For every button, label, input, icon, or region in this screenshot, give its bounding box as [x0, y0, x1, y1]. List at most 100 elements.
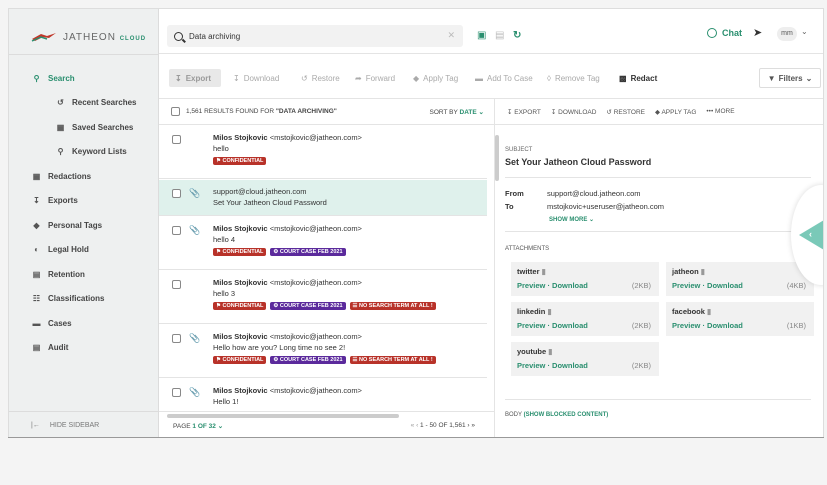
- chevron-left-icon[interactable]: ‹: [809, 229, 812, 239]
- chat-button[interactable]: Chat: [707, 28, 742, 38]
- prev-page-icon[interactable]: ‹: [416, 422, 418, 429]
- next-page-icon[interactable]: ›: [467, 422, 469, 429]
- redact-icon: ▦: [32, 171, 41, 181]
- sidebar-item-label: Keyword Lists: [72, 147, 127, 157]
- redact-button[interactable]: ▩ Redact: [619, 69, 657, 87]
- forward-button[interactable]: ➦ Forward: [355, 69, 395, 87]
- logo[interactable]: JATHEON CLOUD: [31, 31, 146, 43]
- collapse-icon: |←: [31, 422, 40, 429]
- preview-link[interactable]: Preview: [517, 281, 545, 290]
- file-icon: ▮: [700, 267, 705, 276]
- sidebar-item-recent-searches[interactable]: ↺ Recent Searches: [9, 91, 159, 116]
- result-row[interactable]: Milos Stojkovic <mstojkovic@jatheon.com>…: [159, 271, 487, 324]
- logo-bird-icon: [31, 33, 56, 42]
- sort-dropdown[interactable]: SORT BY DATE ⌄: [430, 108, 484, 116]
- row-checkbox[interactable]: [172, 280, 181, 289]
- detail-export-button[interactable]: ↧ EXPORT: [507, 108, 541, 116]
- download-link[interactable]: Download: [552, 321, 588, 330]
- download-link[interactable]: Download: [552, 361, 588, 370]
- row-checkbox[interactable]: [172, 135, 181, 144]
- attachment-size: (1KB): [786, 321, 806, 330]
- restore-button[interactable]: ↺ Restore: [301, 69, 340, 87]
- row-checkbox[interactable]: [172, 226, 181, 235]
- attachment-size: (2KB): [631, 281, 651, 290]
- sidebar-item-saved-searches[interactable]: ▦ Saved Searches: [9, 115, 159, 140]
- download-button[interactable]: ↧ Download: [233, 69, 279, 87]
- detail-more-button[interactable]: ••• MORE: [706, 108, 734, 115]
- save-search-icon[interactable]: ▣: [477, 30, 486, 41]
- search-input[interactable]: Data archiving ✕: [167, 25, 463, 47]
- to-line: To mstojkovic+useruser@jatheon.com: [505, 202, 665, 211]
- show-more-link[interactable]: SHOW MORE ⌄: [549, 216, 594, 223]
- show-blocked-link[interactable]: (SHOW BLOCKED CONTENT): [524, 412, 609, 418]
- apply-tag-label: Apply Tag: [423, 73, 459, 83]
- restore-label: Restore: [311, 73, 340, 83]
- sidebar-item-retention[interactable]: ▤ Retention: [9, 262, 159, 287]
- result-row[interactable]: 📎 Milos Stojkovic <mstojkovic@jatheon.co…: [159, 217, 487, 270]
- attachment-actions: Preview · Download (2KB): [517, 321, 651, 330]
- select-all-checkbox[interactable]: [171, 107, 180, 116]
- sidebar-item-cases[interactable]: ▬ Cases: [9, 311, 159, 336]
- attachment-icon: 📎: [189, 188, 201, 198]
- first-page-icon[interactable]: «: [411, 422, 415, 429]
- row-content: Milos Stojkovic <mstojkovic@jatheon.com>…: [213, 224, 483, 256]
- sidebar-item-exports[interactable]: ↧ Exports: [9, 189, 159, 214]
- export-button[interactable]: ↧ Export: [169, 69, 221, 87]
- tag-badge: ⚙ COURT CASE FEB 2021: [270, 356, 346, 364]
- filters-button[interactable]: ▼ Filters ⌄: [759, 68, 821, 88]
- sidebar-item-keyword-lists[interactable]: ⚲ Keyword Lists: [9, 140, 159, 165]
- redact-label: Redact: [630, 73, 658, 83]
- download-link[interactable]: Download: [707, 281, 743, 290]
- sidebar-item-redactions[interactable]: ▦ Redactions: [9, 164, 159, 189]
- result-row[interactable]: Milos Stojkovic <mstojkovic@jatheon.com>…: [159, 126, 487, 179]
- page-selector[interactable]: PAGE 1 OF 32 ⌄: [173, 422, 223, 430]
- sidebar-item-audit[interactable]: ▤ Audit: [9, 336, 159, 361]
- sidebar: JATHEON CLOUD ⚲ Search ↺ Recent Searches ▦…: [9, 9, 159, 437]
- chevron-down-icon[interactable]: ⌄: [801, 27, 808, 36]
- result-row[interactable]: 📎 support@cloud.jatheon.com Set Your Jat…: [159, 180, 487, 216]
- hide-sidebar-button[interactable]: |← HIDE SIDEBAR: [9, 411, 159, 437]
- add-to-case-button[interactable]: ▬ Add To Case: [475, 69, 533, 87]
- sidebar-item-search[interactable]: ⚲ Search: [9, 66, 159, 91]
- refresh-icon[interactable]: ↻: [513, 30, 521, 41]
- sidebar-item-personal-tags[interactable]: ◆ Personal Tags: [9, 213, 159, 238]
- sidebar-item-label: Redactions: [48, 171, 92, 181]
- send-icon[interactable]: ➤: [753, 26, 762, 39]
- sidebar-item-classifications[interactable]: ☷ Classifications: [9, 287, 159, 312]
- search-icon: [174, 31, 183, 41]
- user-search-icon[interactable]: ▤: [495, 30, 504, 41]
- detail-restore-button[interactable]: ↺ RESTORE: [606, 108, 645, 116]
- download-link[interactable]: Download: [707, 321, 743, 330]
- attachment-size: (4KB): [786, 281, 806, 290]
- row-checkbox[interactable]: [172, 388, 181, 397]
- result-row[interactable]: 📎 Milos Stojkovic <mstojkovic@jatheon.co…: [159, 325, 487, 378]
- tag-icon: ◆: [33, 220, 40, 230]
- avatar[interactable]: mm: [777, 27, 797, 41]
- page-range: 1 - 50 OF 1,561: [420, 422, 466, 429]
- folder-icon: ▬: [32, 318, 41, 328]
- preview-link[interactable]: Preview: [517, 361, 545, 370]
- detail-apply-tag-button[interactable]: ◆ APPLY TAG: [655, 108, 696, 116]
- remove-tag-button[interactable]: ◊ Remove Tag: [547, 69, 600, 87]
- detail-download-button[interactable]: ↧ DOWNLOAD: [551, 108, 597, 116]
- attachment-icon: 📎: [189, 387, 201, 397]
- row-subject: hello 3: [213, 289, 236, 298]
- download-link[interactable]: Download: [552, 281, 588, 290]
- row-tags: ⚑ CONFIDENTIAL ⚙ COURT CASE FEB 2021 ☰ N…: [213, 302, 483, 310]
- file-icon: ▮: [547, 307, 552, 316]
- attachment-card: linkedin ▮ Preview · Download (2KB): [511, 302, 659, 336]
- last-page-icon[interactable]: »: [471, 422, 475, 429]
- apply-tag-button[interactable]: ◆ Apply Tag: [413, 69, 458, 87]
- results-count: 1,561 RESULTS FOUND FOR "DATA ARCHIVING": [186, 108, 337, 115]
- row-checkbox[interactable]: [172, 189, 181, 198]
- row-checkbox[interactable]: [172, 334, 181, 343]
- preview-link[interactable]: Preview: [672, 321, 700, 330]
- attachment-actions: Preview · Download (2KB): [517, 281, 651, 290]
- attachment-name: facebook ▮: [672, 307, 712, 316]
- clear-icon[interactable]: ✕: [447, 30, 455, 41]
- sidebar-item-legal-hold[interactable]: ◐ Legal Hold: [9, 238, 159, 263]
- subject-label: SUBJECT: [505, 147, 533, 153]
- preview-link[interactable]: Preview: [517, 321, 545, 330]
- preview-link[interactable]: Preview: [672, 281, 700, 290]
- search-query[interactable]: Data archiving: [189, 32, 240, 41]
